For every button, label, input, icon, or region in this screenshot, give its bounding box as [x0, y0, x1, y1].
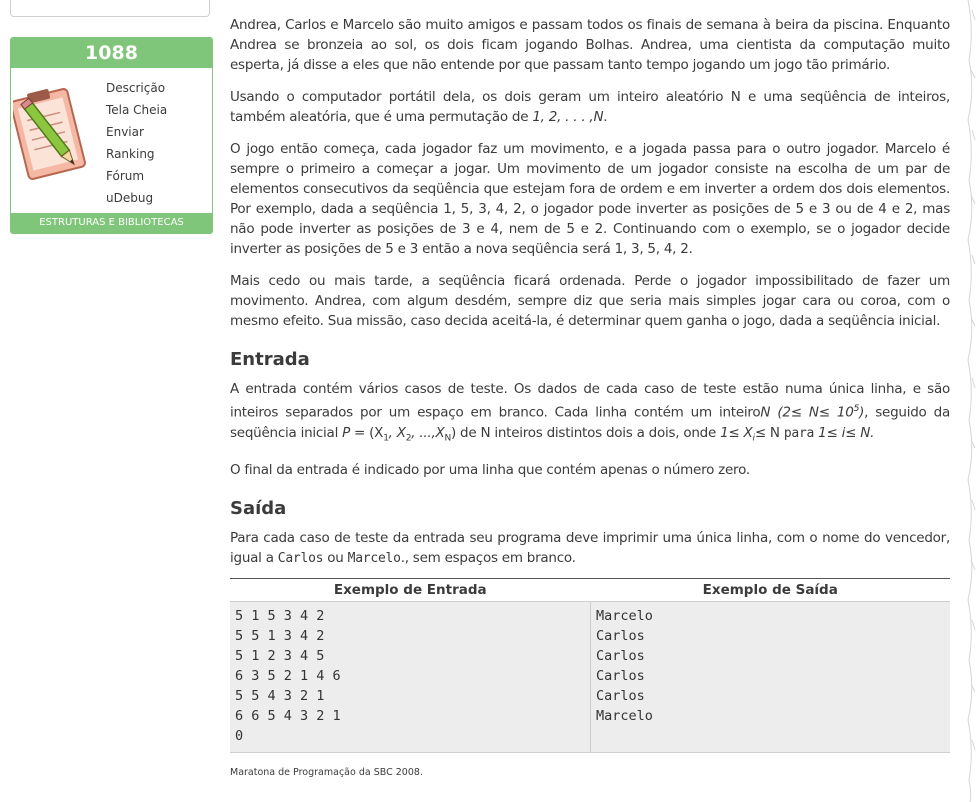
- sample-input-line: 0: [235, 728, 244, 744]
- problem-card: 1088 Descrição Tela Cheia Enviar Ranking…: [10, 37, 213, 234]
- statement-paragraph-1: Andrea, Carlos e Marcelo são muito amigo…: [230, 17, 950, 73]
- sample-input-line: 5 1 2 3 4 5: [235, 648, 325, 664]
- menu-ranking[interactable]: Ranking: [106, 143, 167, 165]
- menu-descricao[interactable]: Descrição: [106, 77, 167, 99]
- sample-output-line: Carlos: [596, 628, 645, 644]
- sample-output-line: Carlos: [596, 648, 645, 664]
- statement-paragraph-4: Mais cedo ou mais tarde, a seqüência fic…: [230, 273, 950, 329]
- problem-source: Maratona de Programação da SBC 2008.: [230, 767, 423, 778]
- sample-output-line: Carlos: [596, 668, 645, 684]
- statement-paragraph-3: O jogo então começa, cada jogador faz um…: [230, 141, 950, 257]
- problem-menu: Descrição Tela Cheia Enviar Ranking Fóru…: [106, 77, 167, 209]
- sample-output-line: Carlos: [596, 688, 645, 704]
- sample-output-cell[interactable]: Marcelo Carlos Carlos Carlos Carlos Marc…: [590, 601, 950, 753]
- sample-output-line: Marcelo: [596, 608, 653, 624]
- menu-enviar[interactable]: Enviar: [106, 121, 167, 143]
- input-heading: Entrada: [230, 349, 310, 370]
- menu-forum[interactable]: Fórum: [106, 165, 167, 187]
- output-heading: Saída: [230, 498, 287, 520]
- decorative-border-pattern: [967, 0, 976, 802]
- sample-input-line: 6 3 5 2 1 4 6: [235, 668, 341, 684]
- menu-tela-cheia[interactable]: Tela Cheia: [106, 99, 167, 121]
- input-paragraph-2: O final da entrada é indicado por uma li…: [230, 462, 750, 479]
- samples-table: Exemplo de Entrada Exemplo de Saída 5 1 …: [230, 578, 950, 753]
- sample-input-header: Exemplo de Entrada: [230, 578, 591, 602]
- output-paragraph-1: Para cada caso de teste da entrada seu p…: [230, 530, 950, 567]
- sample-output-line: Marcelo: [596, 708, 653, 724]
- sample-input-line: 6 6 5 4 3 2 1: [235, 708, 341, 724]
- problem-number: 1088: [11, 38, 212, 68]
- statement-paragraph-2: Usando o computador portátil dela, os do…: [230, 89, 950, 125]
- sample-input-line: 5 1 5 3 4 2: [235, 608, 325, 624]
- sample-input-cell[interactable]: 5 1 5 3 4 2 5 5 1 3 4 2 5 1 2 3 4 5 6 3 …: [230, 601, 591, 753]
- sample-output-header: Exemplo de Saída: [590, 578, 950, 602]
- problem-statement: Andrea, Carlos e Marcelo são muito amigo…: [230, 15, 950, 581]
- menu-udebug[interactable]: uDebug: [106, 187, 167, 209]
- input-paragraph-1: A entrada contém vários casos de teste. …: [230, 381, 951, 444]
- category-link[interactable]: ESTRUTURAS E BIBLIOTECAS: [11, 213, 212, 233]
- sample-input-line: 5 5 4 3 2 1: [235, 688, 325, 704]
- search-box-bottom: [10, 0, 210, 17]
- sample-input-line: 5 5 1 3 4 2: [235, 628, 325, 644]
- clipboard-pencil-icon: [13, 88, 86, 180]
